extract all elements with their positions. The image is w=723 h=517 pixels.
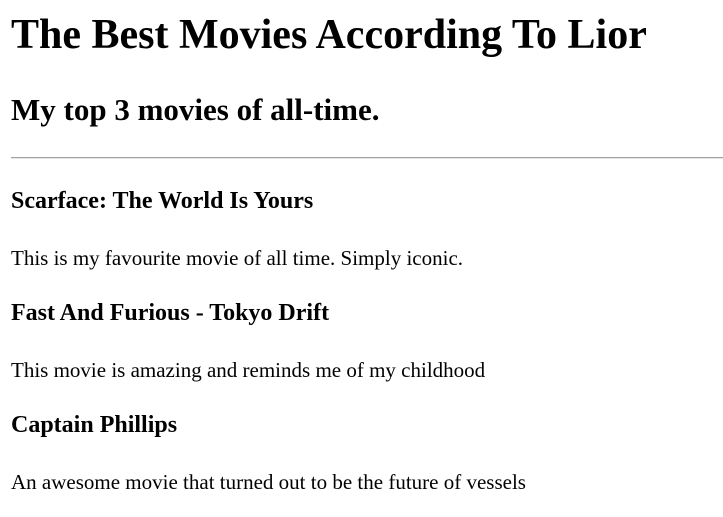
page-title: The Best Movies According To Lior xyxy=(11,12,647,58)
movie-title: Scarface: The World Is Yours xyxy=(11,188,314,214)
movie-description: An awesome movie that turned out to be t… xyxy=(11,470,526,494)
movie-title: Fast And Furious - Tokyo Drift xyxy=(11,300,330,326)
movie-description: This is my favourite movie of all time. … xyxy=(11,246,464,270)
page-subtitle: My top 3 movies of all-time. xyxy=(11,92,380,127)
movie-title: Captain Phillips xyxy=(11,412,178,438)
movie-description: This movie is amazing and reminds me of … xyxy=(11,358,486,382)
divider xyxy=(11,157,723,159)
